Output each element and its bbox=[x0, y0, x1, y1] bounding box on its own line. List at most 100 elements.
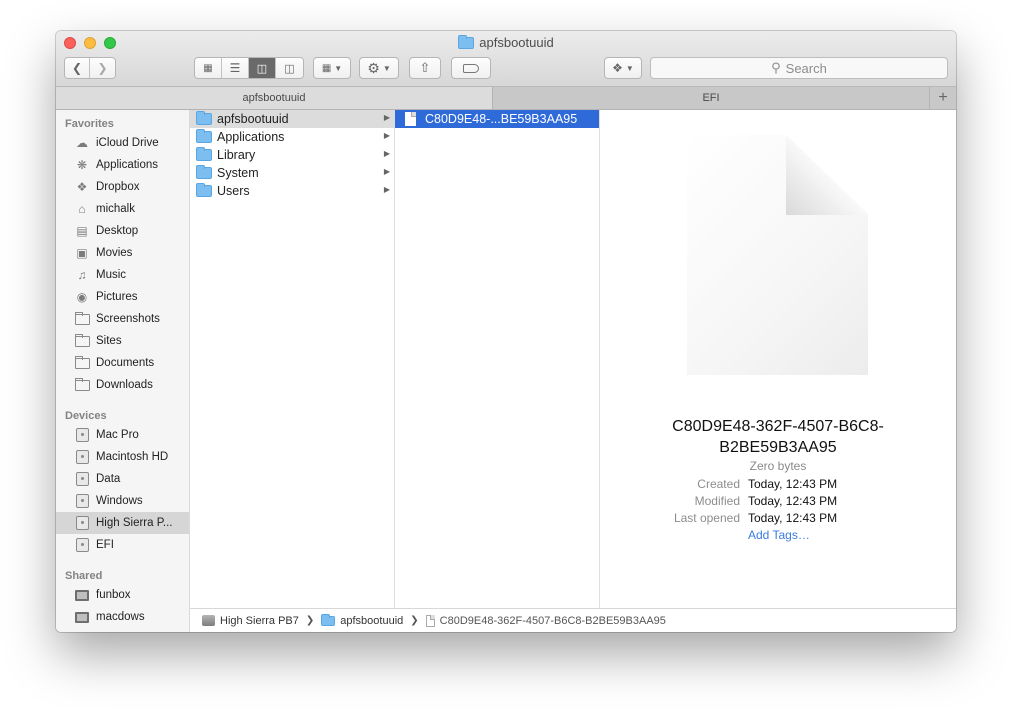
dropbox-icon: ❖ bbox=[76, 180, 88, 194]
preview-size: Zero bytes bbox=[749, 459, 807, 473]
sidebar-header-shared: Shared bbox=[65, 570, 103, 582]
disk-icon bbox=[74, 472, 90, 486]
sidebar-item-music[interactable]: ♫ Music bbox=[56, 264, 189, 286]
sidebar-item-funbox[interactable]: funbox bbox=[56, 584, 189, 606]
browser-column-2: C80D9E48-...BE59B3AA95 bbox=[395, 110, 600, 608]
view-mode-control: ▦ ☰ ◫ ◫ bbox=[194, 57, 304, 79]
search-placeholder: Search bbox=[785, 60, 827, 76]
arrange-button[interactable]: ▦ ▼ bbox=[313, 57, 351, 79]
sidebar-item-data[interactable]: Data bbox=[56, 468, 189, 490]
tab-efi[interactable]: EFI bbox=[493, 87, 930, 109]
path-item-folder[interactable]: apfsbootuuid bbox=[340, 615, 403, 627]
share-icon: ⇧ bbox=[419, 60, 431, 75]
sidebar-item-dropbox[interactable]: ❖ Dropbox bbox=[56, 176, 189, 198]
chevron-right-icon: ❯ bbox=[410, 615, 419, 626]
disclosure-arrow-icon: ▶ bbox=[383, 113, 390, 122]
list-item[interactable]: Library ▶ bbox=[190, 146, 394, 164]
dropbox-button[interactable]: ❖ ▼ bbox=[604, 57, 642, 79]
folder-icon bbox=[196, 129, 212, 143]
sidebar-item-pictures[interactable]: ◉ Pictures bbox=[56, 286, 189, 308]
tags-button[interactable] bbox=[451, 57, 491, 79]
tab-bar: apfsbootuuid EFI + bbox=[56, 87, 956, 110]
disclosure-arrow-icon: ▶ bbox=[383, 131, 390, 140]
finder-window: apfsbootuuid ❮ ❯ ▦ ☰ ◫ ◫ ▦ ▼ ⚙ ▼ ⇧ ❖ ▼ ⚲… bbox=[56, 31, 956, 632]
sidebar-header-devices: Devices bbox=[65, 410, 107, 422]
sidebar-item-efi[interactable]: EFI bbox=[56, 534, 189, 556]
sidebar-item-high-sierra[interactable]: High Sierra P... bbox=[56, 512, 189, 534]
columns-icon: ◫ bbox=[256, 62, 268, 75]
chevron-down-icon: ▼ bbox=[382, 63, 391, 73]
hard-drive-icon bbox=[202, 615, 215, 626]
add-tags-link[interactable]: Add Tags… bbox=[748, 528, 810, 542]
sidebar-item-movies[interactable]: ▣ Movies bbox=[56, 242, 189, 264]
sidebar-item-icloud-drive[interactable]: ☁ iCloud Drive bbox=[56, 132, 189, 154]
document-preview-icon bbox=[687, 135, 868, 375]
path-item-volume[interactable]: High Sierra PB7 bbox=[220, 615, 299, 627]
sidebar-item-sites[interactable]: Sites bbox=[56, 330, 189, 352]
gallery-icon: ◫ bbox=[284, 62, 295, 75]
folder-icon bbox=[196, 165, 212, 179]
preview-created: Created Today, 12:43 PM bbox=[697, 477, 838, 491]
sidebar-item-macintosh-hd[interactable]: Macintosh HD bbox=[56, 446, 189, 468]
toolbar: apfsbootuuid ❮ ❯ ▦ ☰ ◫ ◫ ▦ ▼ ⚙ ▼ ⇧ ❖ ▼ ⚲… bbox=[56, 31, 956, 87]
sidebar-item-downloads[interactable]: Downloads bbox=[56, 374, 189, 396]
desktop-icon: ▤ bbox=[76, 224, 88, 238]
path-bar: High Sierra PB7 ❯ apfsbootuuid ❯ C80D9E4… bbox=[190, 608, 956, 632]
search-field[interactable]: ⚲ Search bbox=[650, 57, 948, 79]
chevron-right-icon: ❯ bbox=[97, 61, 108, 75]
sidebar-item-mac-pro[interactable]: Mac Pro bbox=[56, 424, 189, 446]
chevron-left-icon: ❮ bbox=[71, 61, 83, 75]
preview-filename: C80D9E48-362F-4507-B6C8- B2BE59B3AA95 bbox=[672, 418, 884, 456]
gallery-view-button[interactable]: ◫ bbox=[276, 58, 303, 78]
folder-icon bbox=[74, 355, 90, 370]
disk-icon bbox=[74, 494, 90, 508]
list-view-button[interactable]: ☰ bbox=[222, 58, 249, 78]
forward-button[interactable]: ❯ bbox=[90, 58, 115, 78]
list-item[interactable]: apfsbootuuid ▶ bbox=[190, 110, 394, 128]
preview-last-opened: Last opened Today, 12:43 PM bbox=[673, 511, 838, 525]
mac-icon bbox=[74, 428, 90, 442]
back-button[interactable]: ❮ bbox=[65, 58, 90, 78]
home-icon: ⌂ bbox=[78, 202, 86, 216]
grid-icon: ▦ bbox=[203, 62, 213, 74]
disk-icon bbox=[74, 450, 90, 464]
applications-icon: ❋ bbox=[76, 158, 88, 172]
sidebar-item-applications[interactable]: ❋ Applications bbox=[56, 154, 189, 176]
disclosure-arrow-icon: ▶ bbox=[383, 149, 390, 158]
folder-icon bbox=[196, 111, 212, 125]
preview-modified: Modified Today, 12:43 PM bbox=[694, 494, 838, 508]
list-item[interactable]: Applications ▶ bbox=[190, 128, 394, 146]
monitor-icon bbox=[74, 588, 90, 602]
sidebar-item-windows[interactable]: Windows bbox=[56, 490, 189, 512]
sidebar-item-desktop[interactable]: ▤ Desktop bbox=[56, 220, 189, 242]
list-item[interactable]: Users ▶ bbox=[190, 182, 394, 200]
action-button[interactable]: ⚙ ▼ bbox=[359, 57, 399, 79]
path-item-file[interactable]: C80D9E48-362F-4507-B6C8-B2BE59B3AA95 bbox=[440, 615, 666, 627]
sidebar-item-macdows[interactable]: macdows bbox=[56, 606, 189, 628]
dropbox-icon: ❖ bbox=[612, 61, 623, 75]
column-view-button[interactable]: ◫ bbox=[249, 58, 276, 78]
monitor-icon bbox=[74, 610, 90, 624]
tab-apfsbootuuid[interactable]: apfsbootuuid bbox=[56, 87, 493, 109]
disk-icon bbox=[74, 516, 90, 530]
film-icon: ▣ bbox=[76, 246, 88, 260]
chevron-down-icon: ▼ bbox=[625, 63, 634, 73]
plus-icon: + bbox=[938, 89, 948, 106]
gear-icon: ⚙ bbox=[367, 59, 380, 76]
sidebar-item-michalk[interactable]: ⌂ michalk bbox=[56, 198, 189, 220]
sidebar: Favorites ☁ iCloud Drive ❋ Applications ❖ D… bbox=[56, 110, 190, 632]
sidebar-item-documents[interactable]: Documents bbox=[56, 352, 189, 374]
icon-view-button[interactable]: ▦ bbox=[195, 58, 222, 78]
preview-pane: C80D9E48-362F-4507-B6C8- B2BE59B3AA95 Ze… bbox=[600, 110, 956, 608]
list-item[interactable]: System ▶ bbox=[190, 164, 394, 182]
sidebar-item-screenshots[interactable]: Screenshots bbox=[56, 308, 189, 330]
arrange-icon: ▦ bbox=[321, 62, 332, 74]
browser-column-1: apfsbootuuid ▶ Applications ▶ Library ▶ Sys… bbox=[190, 110, 395, 608]
list-item[interactable]: C80D9E48-...BE59B3AA95 bbox=[395, 110, 599, 128]
share-button[interactable]: ⇧ bbox=[409, 57, 441, 79]
new-tab-button[interactable]: + bbox=[930, 87, 956, 109]
disclosure-arrow-icon: ▶ bbox=[383, 185, 390, 194]
sidebar-header-favorites: Favorites bbox=[65, 118, 114, 130]
folder-icon bbox=[196, 183, 212, 197]
document-icon bbox=[425, 614, 435, 627]
